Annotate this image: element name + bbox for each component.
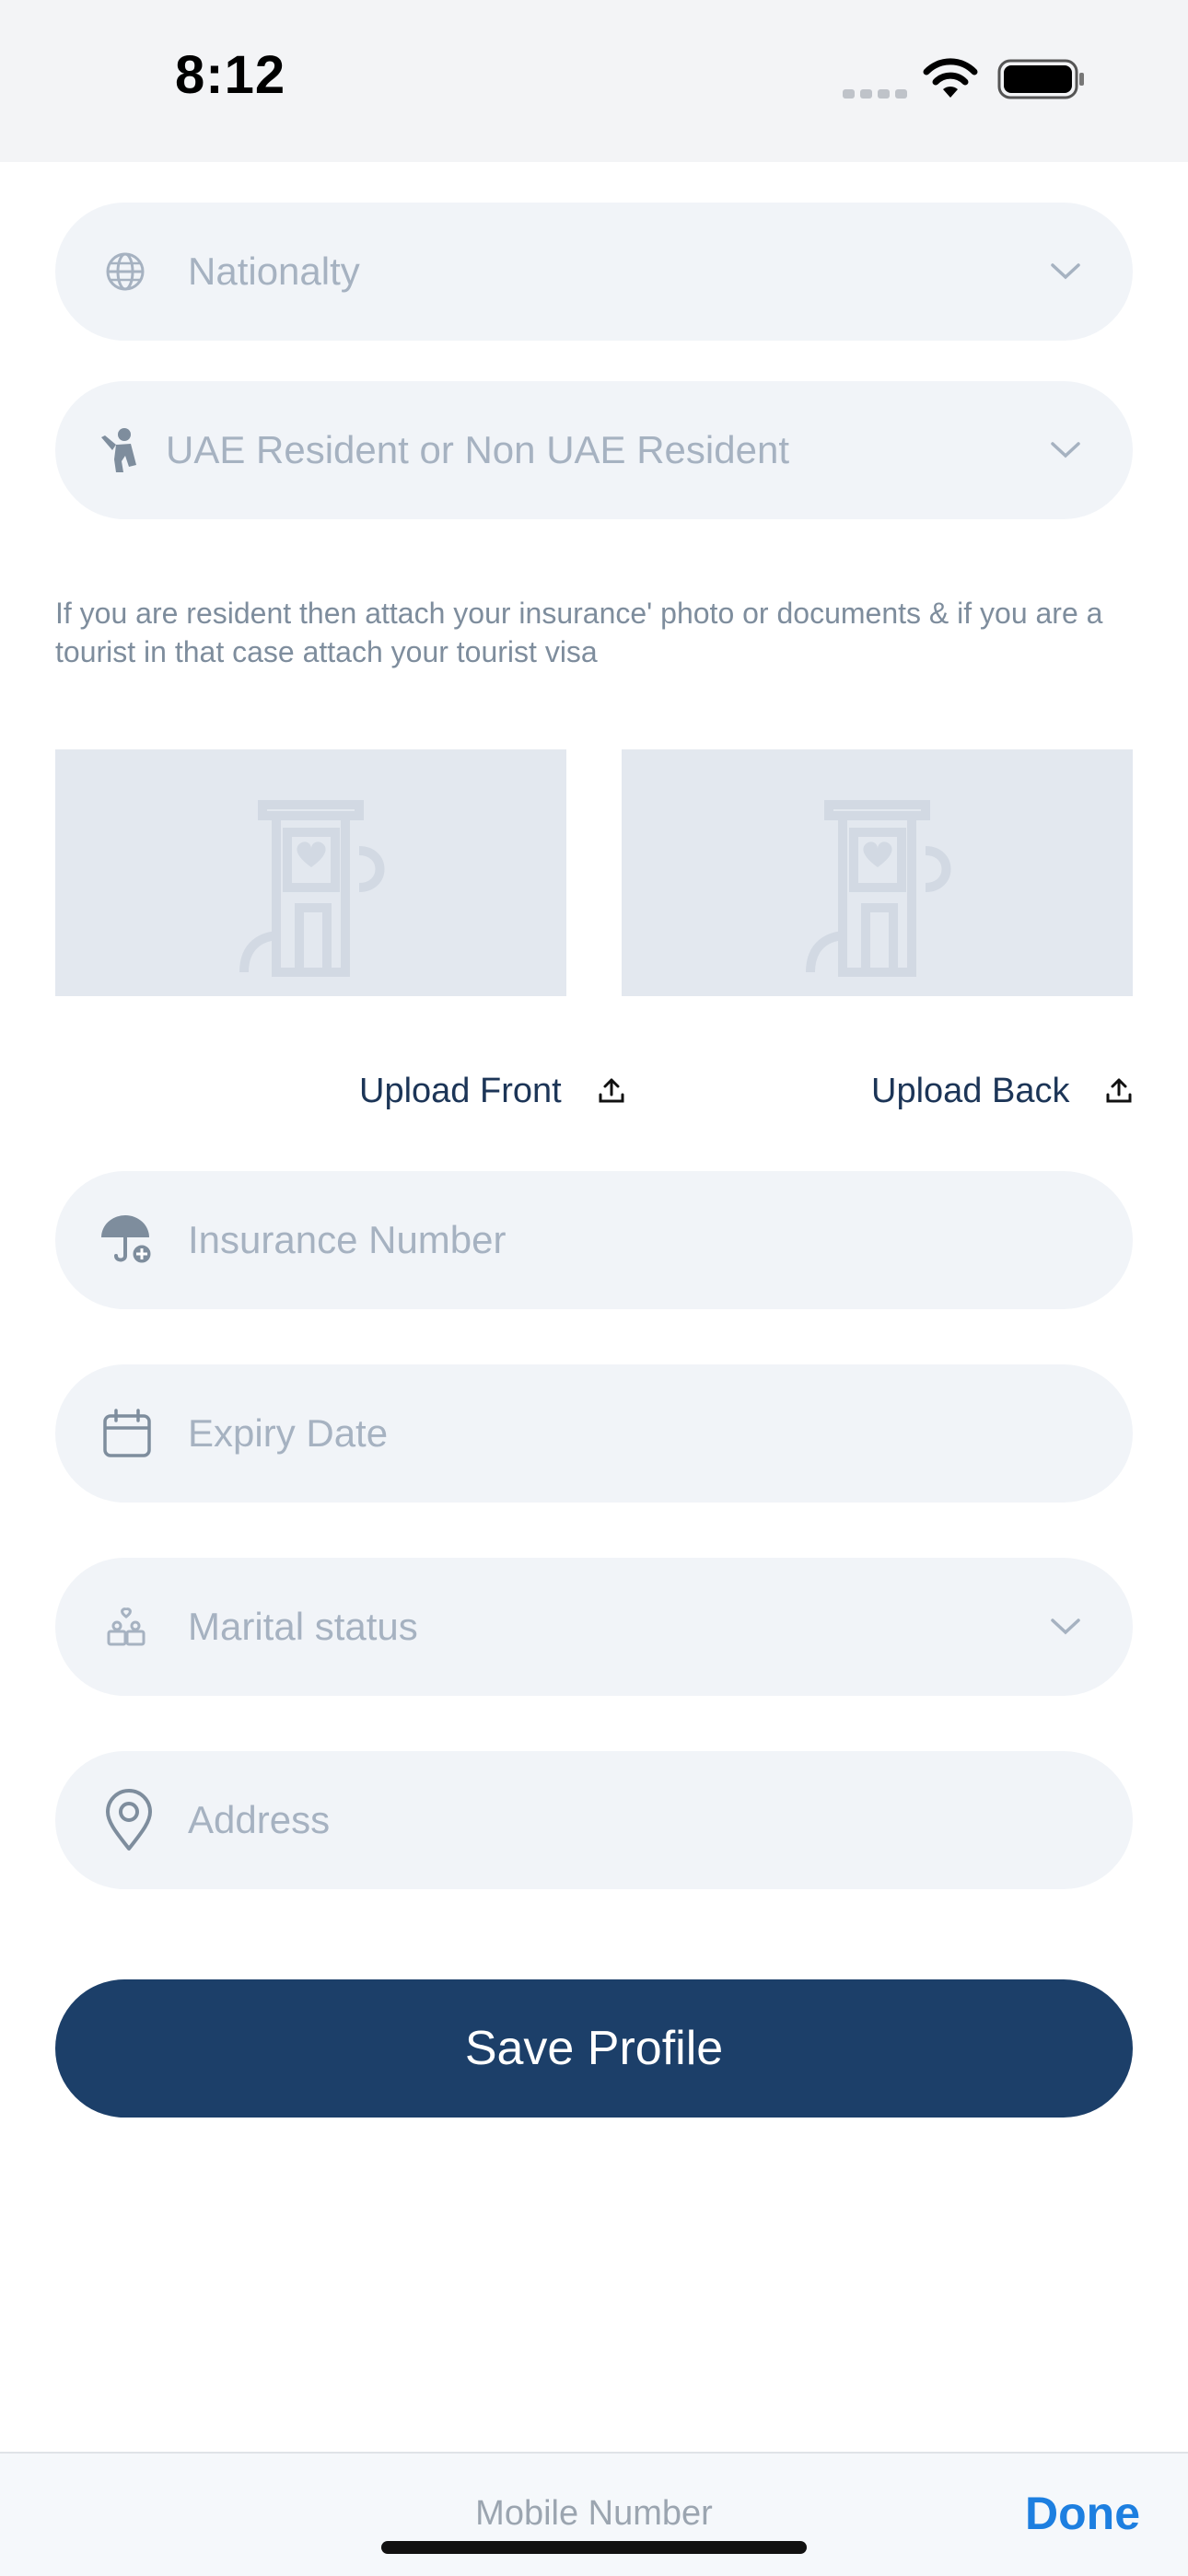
nationality-select[interactable]: Nationalty <box>55 203 1133 341</box>
keyboard-accessory-bar: Mobile Number Done <box>0 2452 1188 2576</box>
chevron-down-icon <box>1051 1619 1080 1635</box>
wifi-icon <box>923 58 978 98</box>
active-field-label: Mobile Number <box>475 2494 713 2533</box>
expiry-date-placeholder: Expiry Date <box>188 1411 389 1455</box>
globe-icon <box>106 252 145 291</box>
front-document-preview[interactable] <box>55 749 566 996</box>
insurance-number-placeholder: Insurance Number <box>188 1218 507 1261</box>
expiry-date-input[interactable]: Expiry Date <box>55 1364 1133 1503</box>
calendar-icon <box>103 1409 151 1457</box>
residency-placeholder: UAE Resident or Non UAE Resident <box>166 428 789 471</box>
cellular-signal-icon <box>843 87 913 103</box>
status-bar: 8:12 <box>0 0 1188 162</box>
insurance-number-input[interactable]: Insurance Number <box>55 1171 1133 1309</box>
back-document-preview[interactable] <box>622 749 1133 996</box>
upload-back-label: Upload Back <box>871 1071 1070 1110</box>
couple-icon <box>107 1607 146 1646</box>
upload-icon <box>1106 1078 1132 1103</box>
home-indicator[interactable] <box>381 2541 807 2554</box>
person-wave-icon <box>101 428 136 472</box>
upload-back-button[interactable]: Upload Back <box>871 1068 1134 1114</box>
address-placeholder: Address <box>188 1798 331 1841</box>
save-profile-button[interactable]: Save Profile <box>55 1979 1133 2118</box>
attachment-help-text: If you are resident then attach your ins… <box>55 597 1103 668</box>
residency-select[interactable]: UAE Resident or Non UAE Resident <box>55 381 1133 519</box>
upload-front-label: Upload Front <box>359 1071 562 1110</box>
nationality-placeholder: Nationalty <box>188 249 360 293</box>
umbrella-medical-icon <box>101 1215 154 1266</box>
location-pin-icon <box>106 1789 152 1851</box>
done-button[interactable]: Done <box>1025 2487 1140 2540</box>
marital-status-select[interactable]: Marital status <box>55 1558 1133 1696</box>
chevron-down-icon <box>1051 442 1080 458</box>
clinic-logo-watermark <box>239 800 385 977</box>
address-input[interactable]: Address <box>55 1751 1133 1889</box>
upload-front-button[interactable]: Upload Front <box>359 1068 626 1114</box>
chevron-down-icon <box>1051 263 1080 280</box>
battery-icon <box>997 59 1084 99</box>
upload-icon <box>599 1078 624 1103</box>
status-time: 8:12 <box>175 45 286 105</box>
clinic-logo-watermark <box>806 800 951 977</box>
marital-status-placeholder: Marital status <box>188 1605 418 1648</box>
